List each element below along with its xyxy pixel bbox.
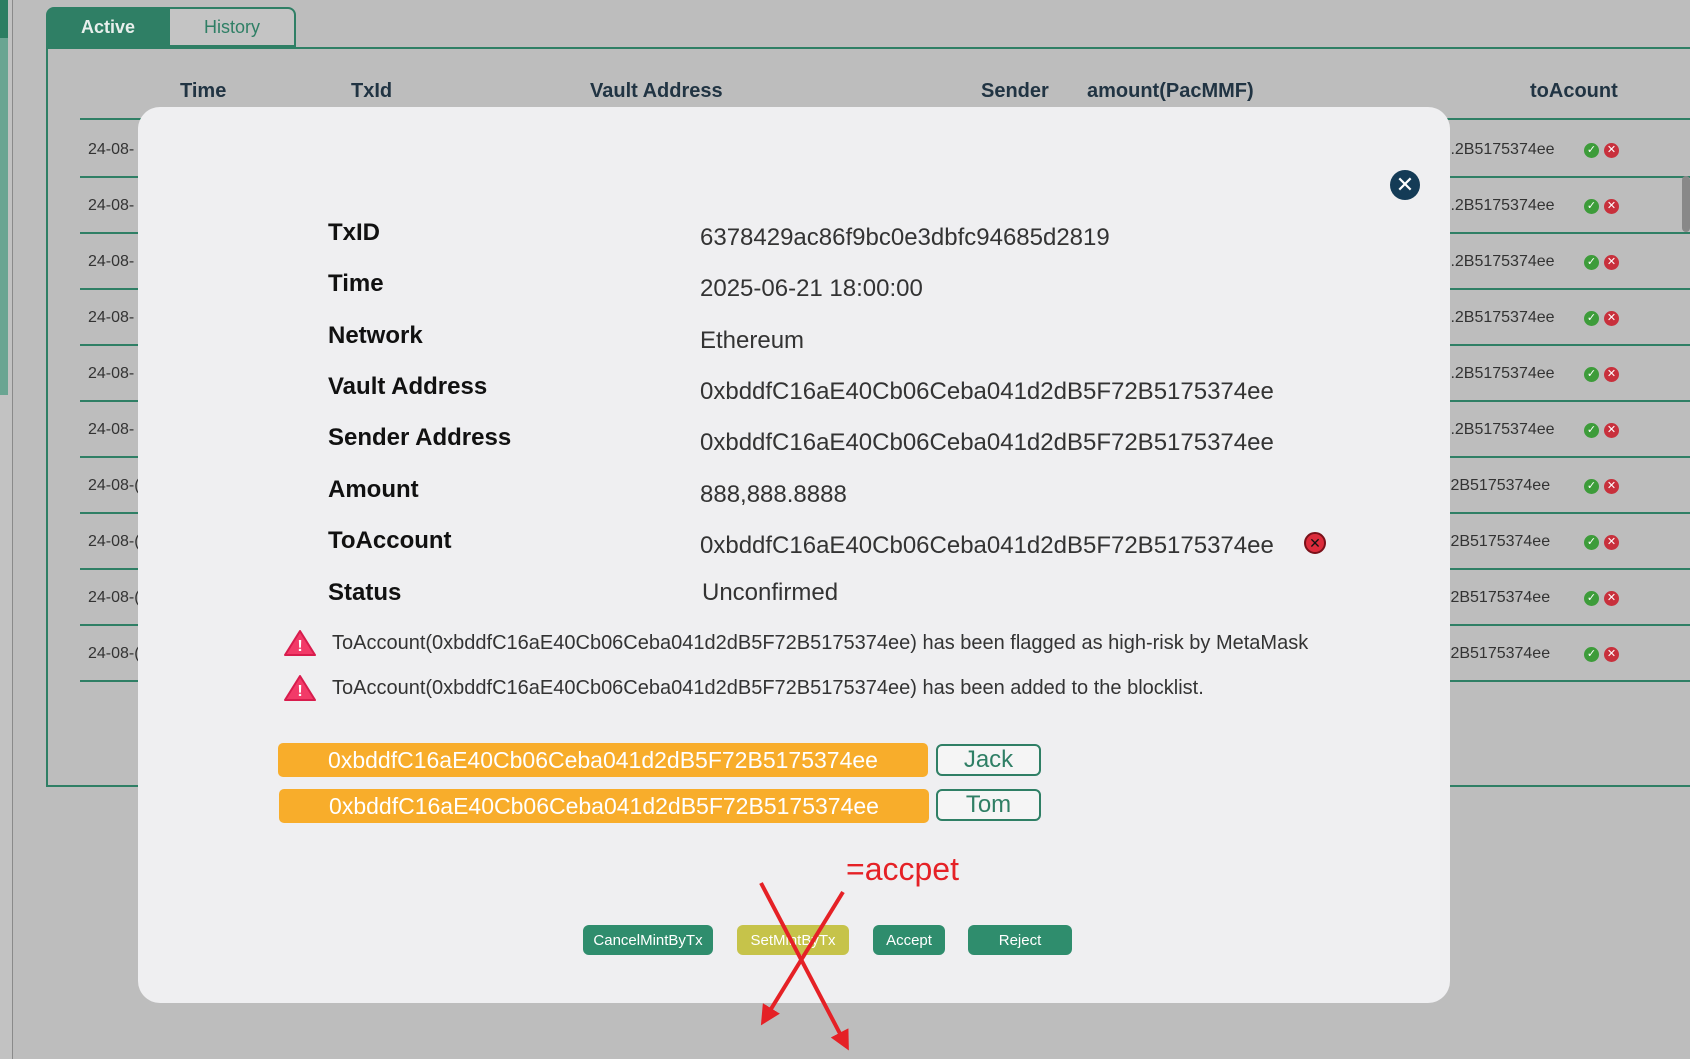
row-to-account: .2B5175374ee (1446, 533, 1551, 550)
transaction-detail-modal: ✕ TxID 6378429ac86f9bc0e3dbfc94685d2819 … (138, 107, 1450, 1003)
row-to-account: .2B5175374ee (1446, 477, 1551, 494)
header-vault: Vault Address (590, 80, 723, 102)
row-date: 24-08- (88, 141, 135, 158)
x-circle-icon[interactable]: ✕ (1604, 535, 1619, 550)
remove-toaccount-icon[interactable]: ✕ (1304, 532, 1326, 554)
header-txid: TxId (351, 80, 393, 102)
check-icon[interactable]: ✓ (1584, 311, 1599, 326)
tabs: Active History (46, 7, 296, 47)
tab-active[interactable]: Active (46, 7, 170, 47)
x-circle-icon[interactable]: ✕ (1604, 367, 1619, 382)
row-to-account: ..2B5175374ee (1446, 309, 1555, 326)
network-label: Network (328, 322, 423, 349)
x-circle-icon[interactable]: ✕ (1604, 255, 1619, 270)
contact-address-pill: 0xbddfC16aE40Cb06Ceba041d2dB5F72B5175374… (279, 789, 929, 823)
warning-row: ! ToAccount(0xbddfC16aE40Cb06Ceba041d2dB… (284, 629, 1308, 657)
toaccount-label: ToAccount (328, 527, 452, 554)
vault-label: Vault Address (328, 373, 488, 400)
accept-button[interactable]: Accept (873, 925, 945, 955)
x-circle-icon[interactable]: ✕ (1604, 143, 1619, 158)
toaccount-value: 0xbddfC16aE40Cb06Ceba041d2dB5F72B5175374… (700, 532, 1274, 559)
close-icon[interactable]: ✕ (1390, 170, 1420, 200)
header-amount: amount(PacMMF) (1087, 80, 1254, 102)
contact-name-button[interactable]: Tom (936, 789, 1041, 821)
warning-text: ToAccount(0xbddfC16aE40Cb06Ceba041d2dB5F… (332, 676, 1204, 699)
tab-history[interactable]: History (170, 7, 296, 47)
row-date: 24-08- (88, 253, 135, 270)
status-label: Status (328, 579, 402, 606)
annotation-text: =accpet (846, 851, 959, 887)
check-icon[interactable]: ✓ (1584, 535, 1599, 550)
warning-triangle-icon: ! (284, 675, 316, 701)
header-time: Time (180, 80, 227, 102)
row-date: 24-08- (88, 197, 135, 214)
x-circle-icon[interactable]: ✕ (1604, 647, 1619, 662)
row-date: 24-08-( (88, 533, 140, 550)
row-date: 24-08-( (88, 645, 140, 662)
row-to-account: ..2B5175374ee (1446, 253, 1555, 270)
row-date: 24-08-( (88, 477, 140, 494)
row-date: 24-08-( (88, 589, 140, 606)
row-to-account: .2B5175374ee (1446, 589, 1551, 606)
check-icon[interactable]: ✓ (1584, 423, 1599, 438)
cancel-mint-by-tx-button[interactable]: CancelMintByTx (583, 925, 713, 955)
row-date: 24-08- (88, 309, 135, 326)
status-value: Unconfirmed (702, 579, 839, 606)
txid-label: TxID (328, 219, 381, 246)
row-to-account: .2B5175374ee (1446, 645, 1551, 662)
x-circle-icon[interactable]: ✕ (1604, 311, 1619, 326)
header-to: toAcount (1530, 80, 1618, 102)
network-value: Ethereum (700, 327, 805, 354)
svg-text:!: ! (297, 683, 302, 700)
amount-value: 888,888.8888 (700, 481, 847, 508)
warning-triangle-icon: ! (284, 630, 316, 656)
row-to-account: ..2B5175374ee (1446, 141, 1555, 158)
check-icon[interactable]: ✓ (1584, 199, 1599, 214)
txid-value: 6378429ac86f9bc0e3dbfc94685d2819 (700, 224, 1110, 251)
check-icon[interactable]: ✓ (1584, 255, 1599, 270)
warning-row: ! ToAccount(0xbddfC16aE40Cb06Ceba041d2dB… (284, 674, 1204, 702)
x-circle-icon[interactable]: ✕ (1604, 479, 1619, 494)
check-icon[interactable]: ✓ (1584, 647, 1599, 662)
sender-value: 0xbddfC16aE40Cb06Ceba041d2dB5F72B5175374… (700, 429, 1274, 456)
x-circle-icon[interactable]: ✕ (1604, 199, 1619, 214)
contact-address-pill: 0xbddfC16aE40Cb06Ceba041d2dB5F72B5175374… (278, 743, 928, 777)
check-icon[interactable]: ✓ (1584, 591, 1599, 606)
svg-text:!: ! (297, 638, 302, 655)
reject-button[interactable]: Reject (968, 925, 1072, 955)
check-icon[interactable]: ✓ (1584, 367, 1599, 382)
amount-label: Amount (328, 476, 419, 503)
x-circle-icon[interactable]: ✕ (1604, 423, 1619, 438)
row-to-account: ..2B5175374ee (1446, 421, 1555, 438)
x-circle-icon[interactable]: ✕ (1604, 591, 1619, 606)
check-icon[interactable]: ✓ (1584, 143, 1599, 158)
contact-name-button[interactable]: Jack (936, 744, 1041, 776)
set-mint-by-tx-button[interactable]: SetMintByTx (737, 925, 849, 955)
time-value: 2025-06-21 18:00:00 (700, 275, 923, 302)
check-icon[interactable]: ✓ (1584, 479, 1599, 494)
row-to-account: ..2B5175374ee (1446, 365, 1555, 382)
sender-label: Sender Address (328, 424, 512, 451)
warning-text: ToAccount(0xbddfC16aE40Cb06Ceba041d2dB5F… (332, 631, 1309, 654)
scrollbar-thumb[interactable] (1682, 176, 1690, 232)
vault-value: 0xbddfC16aE40Cb06Ceba041d2dB5F72B5175374… (700, 378, 1274, 405)
left-edge (0, 0, 13, 1059)
time-label: Time (328, 270, 384, 297)
row-to-account: ..2B5175374ee (1446, 197, 1555, 214)
row-date: 24-08- (88, 365, 135, 382)
header-sender: Sender (981, 80, 1049, 102)
row-date: 24-08- (88, 421, 135, 438)
